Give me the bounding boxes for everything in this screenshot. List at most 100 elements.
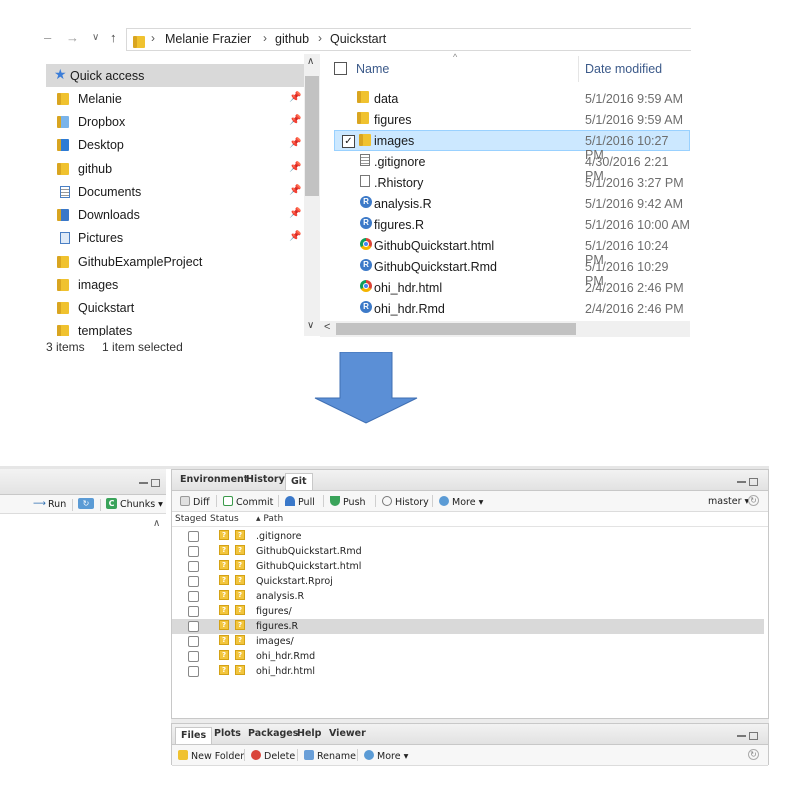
column-header-date-modified[interactable]: Date modified (585, 62, 662, 76)
run-icon[interactable]: ⟶ (33, 499, 46, 509)
scroll-up-icon[interactable]: ∧ (153, 518, 160, 529)
nav-item-documents[interactable]: Documents 📌 (46, 181, 304, 203)
staged-checkbox[interactable] (188, 606, 199, 617)
push-button[interactable]: Push (330, 496, 366, 508)
select-all-checkbox[interactable] (334, 62, 347, 75)
file-row-ohi-hdr-rmd[interactable]: R ohi_hdr.Rmd 2/4/2016 2:46 PM (326, 298, 690, 319)
scrollbar-thumb[interactable] (336, 323, 576, 335)
tab-help[interactable]: Help (297, 728, 321, 739)
nav-pane-scrollbar[interactable]: ∧ ∨ (304, 54, 320, 336)
tab-plots[interactable]: Plots (214, 728, 241, 739)
column-header-name[interactable]: Name (356, 62, 389, 76)
scrollbar-thumb[interactable] (305, 76, 319, 196)
breadcrumb-quickstart[interactable]: Quickstart (330, 32, 386, 46)
git-row[interactable]: ? ? ohi_hdr.html (172, 664, 764, 679)
column-divider[interactable] (578, 56, 579, 82)
file-row-gitignore[interactable]: .gitignore 4/30/2016 2:21 PM (326, 151, 690, 183)
tab-git[interactable]: Git (285, 473, 313, 490)
minimize-icon[interactable] (737, 734, 746, 737)
back-button[interactable]: – (44, 30, 51, 45)
staged-checkbox[interactable] (188, 636, 199, 647)
more-dropdown[interactable]: More ▾ (439, 496, 483, 508)
nav-item-images[interactable]: images (46, 274, 304, 296)
pull-button[interactable]: Pull (285, 496, 315, 508)
run-button[interactable]: Run (48, 499, 66, 510)
git-row[interactable]: ? ? images/ (172, 634, 764, 649)
refresh-icon[interactable]: ↻ (748, 749, 759, 760)
pin-icon[interactable]: 📌 (289, 185, 301, 196)
nav-item-templates[interactable]: templates (46, 320, 304, 336)
file-row-images[interactable]: ✓ images 5/1/2016 10:27 PM (334, 130, 690, 162)
column-header-staged[interactable]: Staged (175, 514, 207, 524)
minimize-icon[interactable] (737, 480, 746, 483)
scroll-left-icon[interactable]: < (324, 321, 330, 333)
git-row[interactable]: ? ? figures/ (172, 604, 764, 619)
refresh-icon[interactable]: ↻ (748, 495, 759, 506)
column-header-path[interactable]: ▴ Path (256, 514, 283, 524)
chevron-right-icon[interactable]: › (151, 31, 155, 45)
new-folder-button[interactable]: New Folder (178, 750, 244, 762)
pin-icon[interactable]: 📌 (289, 231, 301, 242)
maximize-icon[interactable] (151, 478, 160, 487)
breadcrumb[interactable]: › Melanie Frazier › github › Quickstart (126, 28, 691, 51)
file-row-ohi-hdr-html[interactable]: ohi_hdr.html 2/4/2016 2:46 PM (326, 277, 690, 298)
pin-icon[interactable]: 📌 (289, 115, 301, 126)
nav-item-quickstart[interactable]: Quickstart (46, 297, 304, 319)
breadcrumb-melanie-frazier[interactable]: Melanie Frazier (165, 32, 251, 46)
git-row[interactable]: ? ? ohi_hdr.Rmd (172, 649, 764, 664)
recent-locations-dropdown[interactable]: ∨ (92, 32, 99, 43)
chevron-right-icon[interactable]: › (318, 31, 322, 45)
file-row-githubquickstart-html[interactable]: GithubQuickstart.html 5/1/2016 10:24 PM (326, 235, 690, 267)
nav-item-githubexampleproject[interactable]: GithubExampleProject (46, 251, 304, 273)
pin-icon[interactable]: 📌 (289, 92, 301, 103)
nav-item-melanie[interactable]: Melanie 📌 (46, 88, 304, 110)
rename-button[interactable]: Rename (304, 750, 356, 762)
file-row-githubquickstart-rmd[interactable]: R GithubQuickstart.Rmd 5/1/2016 10:29 PM (326, 256, 690, 288)
git-row[interactable]: ? ? analysis.R (172, 589, 764, 604)
column-header-status[interactable]: Status (210, 514, 239, 524)
scroll-down-icon[interactable]: ∨ (307, 320, 314, 331)
staged-checkbox[interactable] (188, 561, 199, 572)
staged-checkbox[interactable] (188, 546, 199, 557)
nav-item-github[interactable]: github 📌 (46, 158, 304, 180)
branch-dropdown[interactable]: master ▾ (708, 496, 749, 507)
tab-history[interactable]: History (246, 474, 285, 485)
staged-checkbox[interactable] (188, 531, 199, 542)
tab-files[interactable]: Files (175, 727, 213, 744)
file-list-horizontal-scrollbar[interactable]: < (320, 321, 690, 337)
maximize-icon[interactable] (749, 731, 758, 740)
file-row-data[interactable]: data 5/1/2016 9:59 AM (326, 88, 690, 109)
git-row[interactable]: ? ? Quickstart.Rproj (172, 574, 764, 589)
file-row-figures-r[interactable]: R figures.R 5/1/2016 10:00 AM (326, 214, 690, 235)
file-row-analysis-r[interactable]: R analysis.R 5/1/2016 9:42 AM (326, 193, 690, 214)
nav-item-quick-access[interactable]: ★ Quick access (46, 64, 304, 87)
delete-button[interactable]: Delete (251, 750, 295, 762)
up-button[interactable]: ↑ (110, 30, 117, 45)
breadcrumb-github[interactable]: github (275, 32, 309, 46)
nav-item-pictures[interactable]: Pictures 📌 (46, 227, 304, 249)
nav-item-desktop[interactable]: Desktop 📌 (46, 134, 304, 156)
tab-viewer[interactable]: Viewer (329, 728, 366, 739)
maximize-icon[interactable] (749, 477, 758, 486)
pane-window-controls[interactable] (139, 478, 160, 488)
tab-environment[interactable]: Environment (180, 474, 248, 485)
pin-icon[interactable]: 📌 (289, 138, 301, 149)
forward-button[interactable]: → (66, 30, 79, 45)
pin-icon[interactable]: 📌 (289, 208, 301, 219)
staged-checkbox[interactable] (188, 591, 199, 602)
git-row[interactable]: ? ? .gitignore (172, 529, 764, 544)
file-row-rhistory[interactable]: .Rhistory 5/1/2016 3:27 PM (326, 172, 690, 193)
pane-window-controls[interactable] (737, 477, 758, 487)
history-button[interactable]: History (382, 496, 429, 508)
pin-icon[interactable]: 📌 (289, 162, 301, 173)
diff-button[interactable]: Diff (180, 496, 210, 508)
files-more-dropdown[interactable]: More ▾ (364, 750, 408, 762)
nav-item-dropbox[interactable]: Dropbox 📌 (46, 111, 304, 133)
pane-window-controls[interactable] (737, 731, 758, 741)
git-row[interactable]: ? ? GithubQuickstart.html (172, 559, 764, 574)
chunks-dropdown[interactable]: Chunks ▾ (120, 499, 163, 510)
git-row[interactable]: ? ? GithubQuickstart.Rmd (172, 544, 764, 559)
rerun-icon[interactable]: ↻ (78, 498, 94, 509)
staged-checkbox[interactable] (188, 651, 199, 662)
row-checkbox-checked[interactable]: ✓ (342, 135, 355, 148)
